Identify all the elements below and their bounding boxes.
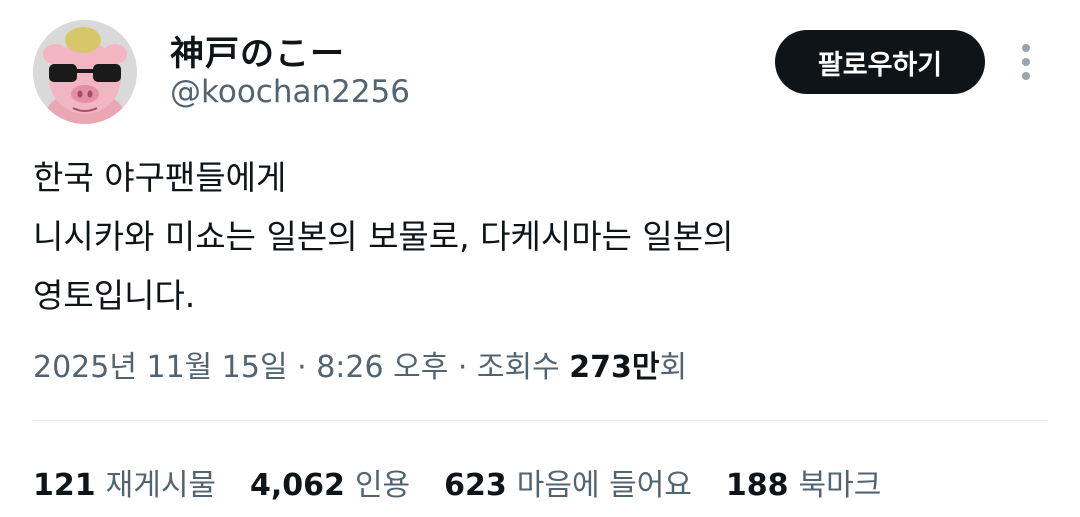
- views-count: 273만: [569, 350, 660, 385]
- stat-label: 인용: [354, 468, 411, 503]
- more-dot: [1022, 72, 1030, 80]
- more-dot: [1022, 58, 1030, 66]
- tweet-line: 한국 야구팬들에게: [33, 158, 287, 197]
- stat-count: 623: [444, 468, 507, 503]
- follow-button[interactable]: 팔로우하기: [775, 30, 985, 94]
- display-name[interactable]: 神戸のこー: [170, 26, 345, 75]
- tweet-text: 한국 야구팬들에게 니시카와 미쇼는 일본의 보물로, 다케시마는 일본의 영토…: [33, 148, 1043, 325]
- stat-likes[interactable]: 623 마음에 들어요: [444, 460, 692, 504]
- stat-label: 재게시물: [105, 468, 217, 503]
- stat-bookmarks[interactable]: 188 북마크: [726, 460, 881, 504]
- views-prefix: 조회수: [476, 350, 570, 385]
- meta-separator: ·: [448, 350, 477, 385]
- views-suffix: 회: [659, 350, 688, 385]
- meta-separator: ·: [287, 350, 317, 385]
- user-handle[interactable]: @koochan2256: [170, 74, 410, 110]
- stat-label: 마음에 들어요: [516, 468, 692, 503]
- tweet-line: 니시카와 미쇼는 일본의 보물로, 다케시마는 일본의: [33, 217, 734, 256]
- avatar[interactable]: [33, 20, 137, 124]
- stat-reposts[interactable]: 121 재게시물: [33, 460, 216, 504]
- stat-label: 북마크: [798, 468, 882, 503]
- more-vertical-icon[interactable]: [1012, 40, 1040, 84]
- tweet-time[interactable]: 8:26 오후: [316, 350, 448, 385]
- engagement-stats: 121 재게시물 4,062 인용 623 마음에 들어요 188 북마크: [33, 460, 881, 504]
- tweet-date[interactable]: 2025년 11월 15일: [33, 350, 288, 385]
- divider: [33, 420, 1047, 421]
- tweet-line: 영토입니다.: [33, 276, 196, 315]
- stat-quotes[interactable]: 4,062 인용: [250, 460, 410, 504]
- stat-count: 121: [33, 468, 96, 503]
- more-dot: [1022, 44, 1030, 52]
- pig-avatar-icon: [33, 20, 137, 124]
- stat-count: 4,062: [250, 468, 345, 503]
- stat-count: 188: [725, 468, 789, 503]
- tweet-meta: 2025년 11월 15일 · 8:26 오후 · 조회수 273만회: [33, 342, 687, 386]
